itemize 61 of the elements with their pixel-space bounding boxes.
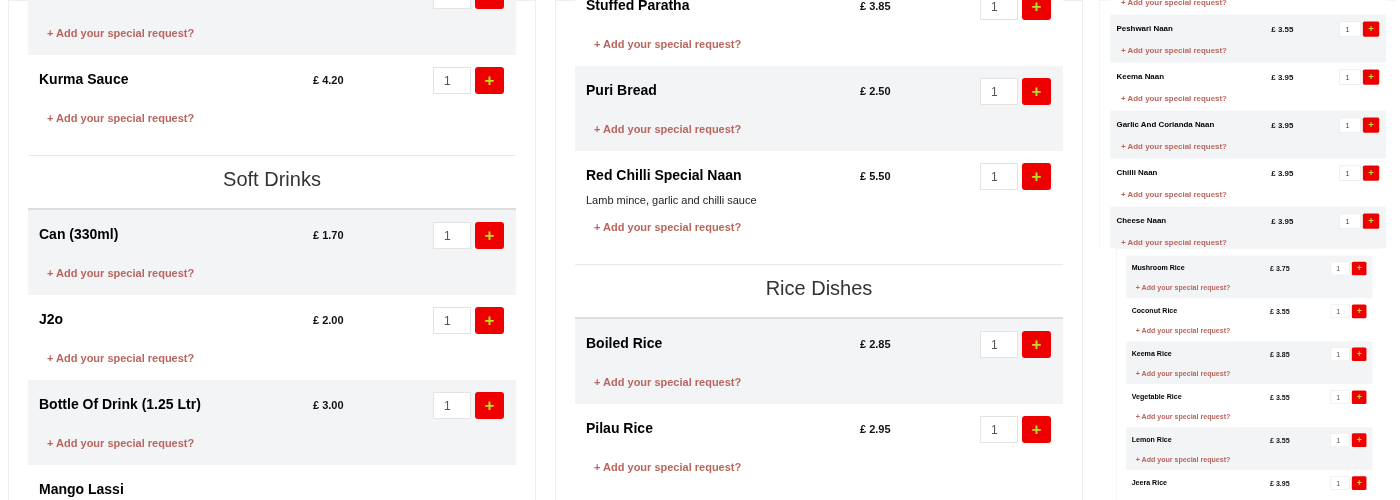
quantity-field[interactable]: 1	[980, 0, 1018, 20]
item-name: Red Chilli Special Naan	[586, 167, 742, 183]
add-button[interactable]: +	[1022, 416, 1051, 443]
add-button[interactable]: +	[1022, 78, 1051, 105]
special-request-link[interactable]: + Add your special request?	[594, 221, 742, 234]
add-button[interactable]: +	[1351, 433, 1367, 447]
add-button[interactable]: +	[1351, 261, 1367, 276]
add-button[interactable]: +	[1022, 163, 1051, 190]
special-request-link[interactable]: + Add your special request?	[594, 38, 742, 51]
item-price: £ 2.00	[313, 314, 344, 327]
item-price: £ 4.20	[313, 74, 344, 87]
add-button[interactable]: +	[1351, 304, 1367, 319]
quantity-field[interactable]: 1	[433, 67, 471, 94]
special-request-link[interactable]: + Add your special request?	[594, 123, 742, 136]
add-button[interactable]: +	[475, 67, 504, 94]
item-name: Kurma Sauce	[39, 71, 129, 87]
special-request-link[interactable]: + Add your special request?	[594, 461, 742, 474]
add-button[interactable]: +	[1362, 213, 1380, 229]
add-button[interactable]: +	[475, 222, 504, 249]
item-name: Bottle Of Drink (1.25 Ltr)	[39, 396, 201, 412]
add-button[interactable]: +	[1351, 347, 1367, 362]
item-price: £ 2.50	[860, 85, 891, 98]
add-button[interactable]: +	[1351, 390, 1367, 405]
quantity-field[interactable]: 1	[980, 78, 1018, 105]
item-name: Stuffed Paratha	[586, 0, 690, 13]
item-price: £ 5.50	[860, 170, 891, 183]
item-name: Mango Lassi	[39, 481, 124, 497]
item-price: £ 3.85	[860, 0, 891, 13]
add-button[interactable]: +	[1362, 117, 1380, 133]
add-button[interactable]: +	[1022, 0, 1051, 20]
special-request-link[interactable]: + Add your special request?	[47, 352, 195, 365]
quantity-field[interactable]: 1	[433, 392, 471, 419]
section-heading: Soft Drinks	[223, 167, 321, 192]
item-name: Can (330ml)	[39, 226, 119, 242]
add-button[interactable]: +	[1362, 69, 1380, 85]
item-price: £ 2.85	[860, 338, 891, 351]
quantity-field[interactable]: 1	[980, 416, 1018, 443]
item-name: Pilau Rice	[586, 420, 653, 436]
quantity-field[interactable]: 1	[433, 222, 471, 249]
special-request-link[interactable]: + Add your special request?	[47, 437, 195, 450]
quantity-field[interactable]: 1	[980, 163, 1018, 190]
section-heading: Rice Dishes	[765, 276, 873, 301]
item-price: £ 3.00	[313, 399, 344, 412]
special-request-link[interactable]: + Add your special request?	[47, 112, 195, 125]
add-button[interactable]: +	[1351, 476, 1367, 490]
special-request-link[interactable]: + Add your special request?	[594, 376, 742, 389]
add-button[interactable]: +	[1362, 165, 1380, 181]
quantity-field[interactable]: 1	[433, 307, 471, 334]
item-price: £ 1.70	[313, 229, 344, 242]
add-button[interactable]: +	[1022, 331, 1051, 358]
item-price: £ 2.95	[860, 423, 891, 436]
special-request-link[interactable]: + Add your special request?	[47, 267, 195, 280]
item-name: Puri Bread	[586, 82, 657, 98]
add-button[interactable]: +	[475, 392, 504, 419]
item-name: Boiled Rice	[586, 335, 663, 351]
item-description: Lamb mince, garlic and chilli sauce	[586, 194, 758, 207]
add-button[interactable]: +	[1362, 21, 1380, 37]
item-name: J2o	[39, 311, 64, 327]
special-request-link[interactable]: + Add your special request?	[47, 27, 195, 40]
add-button[interactable]: +	[475, 307, 504, 334]
quantity-field[interactable]: 1	[980, 331, 1018, 358]
